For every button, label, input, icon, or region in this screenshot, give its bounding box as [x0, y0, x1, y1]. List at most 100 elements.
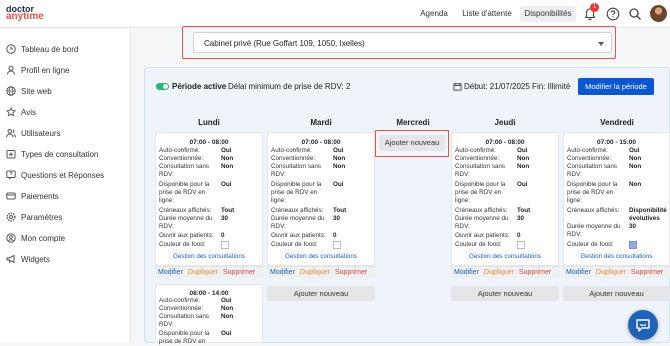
field-label: ligne:	[455, 197, 471, 204]
delete-link[interactable]: Supprimer	[223, 269, 255, 276]
chat-button[interactable]	[628, 310, 658, 340]
period-dates: Début: 21/07/2025 Fin: Illimité	[464, 82, 571, 91]
sidebar-item-users[interactable]: Utilisateurs	[6, 126, 128, 140]
user-icon	[7, 65, 15, 75]
sidebar-item-consult-types[interactable]: Types de consultation	[6, 147, 128, 161]
duplicate-link[interactable]: Dupliquer	[484, 269, 514, 276]
avatar[interactable]	[650, 5, 667, 22]
sidebar-item-qa[interactable]: Questions et Réponses	[6, 168, 128, 182]
field-label: RDV:	[159, 223, 174, 230]
modify-link[interactable]: Modifier	[270, 269, 295, 276]
sidebar: Tableau de bord Profil en ligne Site web…	[0, 29, 131, 343]
field-value: 30	[517, 215, 525, 222]
sidebar-item-label: Widgets	[21, 254, 50, 264]
nav-availability[interactable]: Disponibilités	[520, 6, 576, 22]
nav-agenda[interactable]: Agenda	[416, 6, 452, 22]
add-slot-button-friday[interactable]: Ajouter nouveau	[563, 286, 670, 301]
add-slot-button-thursday[interactable]: Ajouter nouveau	[451, 286, 559, 301]
period-min-delay: Délai minimum de prise de RDV: 2	[228, 82, 351, 91]
sidebar-item-dashboard[interactable]: Tableau de bord	[6, 42, 128, 56]
sidebar-item-label: Tableau de bord	[21, 44, 79, 54]
globe-icon	[6, 86, 16, 96]
sidebar-item-settings[interactable]: Paramètres	[6, 210, 128, 224]
duplicate-link[interactable]: Dupliquer	[188, 269, 218, 276]
sidebar-item-label: Mon compte	[21, 233, 66, 243]
field-value: Non	[629, 181, 642, 188]
sidebar-item-reviews[interactable]: Avis	[6, 105, 128, 119]
modify-link[interactable]: Modifier	[158, 269, 183, 276]
sidebar-item-account[interactable]: Mon compte	[6, 231, 128, 245]
duplicate-link[interactable]: Dupliquer	[596, 269, 626, 276]
sidebar-item-label: Avis	[21, 107, 36, 117]
brand-line2: anytime	[6, 11, 44, 22]
field-label: RDV:	[567, 171, 582, 178]
duplicate-link[interactable]: Dupliquer	[300, 269, 330, 276]
sidebar-item-label: Site web	[21, 86, 52, 96]
delete-link[interactable]: Supprimer	[335, 269, 367, 276]
account-icon	[6, 233, 16, 243]
sidebar-item-label: Questions et Réponses	[21, 170, 105, 180]
chat-icon	[636, 319, 650, 332]
period-active-toggle[interactable]	[156, 83, 169, 90]
field-value: Non	[221, 313, 234, 320]
field-label: RDV:	[455, 171, 470, 178]
calendar-icon	[453, 82, 462, 91]
manage-consultations-link[interactable]: Gestion des consultations	[452, 253, 558, 260]
sidebar-item-label: Paiements	[21, 191, 59, 201]
users-icon	[6, 129, 16, 138]
period-status: Période active	[172, 82, 227, 91]
field-label: Créneaux affichés:	[567, 207, 620, 214]
practice-select[interactable]: Cabinet privé (Rue Goffart 109, 1050, Ix…	[193, 32, 612, 53]
add-slot-button-tuesday[interactable]: Ajouter nouveau	[267, 286, 375, 301]
help-icon[interactable]	[606, 7, 620, 21]
slot-actions-tuesday-1: Modifier Dupliquer Supprimer	[267, 266, 375, 278]
sidebar-item-label: Profil en ligne	[21, 65, 70, 75]
day-header-tuesday: Mardi	[310, 118, 332, 127]
sidebar-item-label: Utilisateurs	[21, 128, 61, 138]
field-value: 0	[333, 232, 337, 239]
slot-actions-friday-1: Modifier Dupliquer Supprimer	[563, 266, 670, 278]
slot-time: 07:00 - 08:00	[301, 139, 341, 146]
sidebar-item-payments[interactable]: Paiements	[6, 189, 128, 203]
field-value: Oui	[333, 181, 344, 188]
sidebar-item-website[interactable]: Site web	[6, 84, 128, 98]
slot-card-monday-2: 08:00 - 14:00 Auto-confirmé: Oui Convent…	[155, 284, 263, 345]
slot-time: 07:00 - 08:00	[189, 139, 229, 146]
field-value: Non	[517, 163, 530, 170]
modify-link[interactable]: Modifier	[454, 269, 479, 276]
chevron-down-icon	[598, 42, 604, 46]
field-label: ligne:	[159, 197, 175, 204]
brand-logo[interactable]: doctor anytime	[6, 5, 44, 22]
manage-consultations-link[interactable]: Gestion des consultations	[564, 253, 669, 260]
field-value: Oui	[517, 181, 528, 188]
field-label: prise de RDV en	[159, 338, 206, 345]
nav-waiting-list[interactable]: Liste d'attente	[458, 6, 516, 22]
slot-card-tuesday-1: 07:00 - 08:00 Auto-confirmé: Oui Convent…	[267, 132, 375, 266]
day-header-thursday: Jeudi	[494, 118, 516, 127]
modify-period-button[interactable]: Modifier la période	[578, 78, 654, 95]
sidebar-item-widgets[interactable]: Widgets	[6, 252, 128, 266]
field-value: Non	[221, 163, 234, 170]
sidebar-item-profile[interactable]: Profil en ligne	[6, 63, 128, 77]
sidebar-item-label: Types de consultation	[21, 149, 99, 159]
field-value: Oui	[221, 181, 232, 188]
modify-link[interactable]: Modifier	[566, 269, 591, 276]
field-label: ligne:	[271, 197, 287, 204]
field-label: Couleur de fond:	[271, 241, 318, 248]
slot-time: 07:00 - 15:00	[596, 139, 637, 146]
search-icon[interactable]	[628, 7, 642, 21]
megaphone-icon	[6, 254, 15, 264]
slot-actions-thursday-1: Modifier Dupliquer Supprimer	[451, 266, 559, 278]
delete-link[interactable]: Supprimer	[631, 269, 663, 276]
field-value: 30	[333, 215, 341, 222]
field-label: ligne:	[567, 197, 583, 204]
delete-link[interactable]: Supprimer	[519, 269, 551, 276]
clock-icon	[6, 44, 16, 54]
slot-time: 07:00 - 08:00	[485, 139, 525, 146]
color-swatch	[629, 241, 637, 249]
add-slot-button-wednesday[interactable]: Ajouter nouveau	[379, 135, 445, 151]
field-label: Couleur de fond:	[455, 241, 502, 248]
manage-consultations-link[interactable]: Gestion des consultations	[156, 253, 262, 260]
field-label: Ouvrir aux patients:	[455, 232, 510, 239]
manage-consultations-link[interactable]: Gestion des consultations	[268, 253, 374, 260]
